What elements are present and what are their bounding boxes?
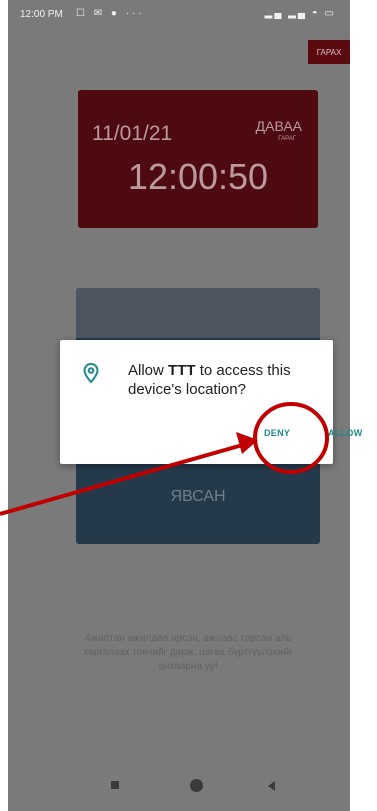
allow-button[interactable]: ALLOW: [328, 428, 363, 438]
clock-text: 12:00:50: [127, 156, 269, 197]
home-icon[interactable]: [190, 779, 203, 792]
garage-button[interactable]: ГАРАХ: [308, 40, 350, 64]
instruction-text: Ажилтан ажилдаа ирсэн, ажлаас тарсан аль…: [83, 633, 293, 672]
check-out-label: ЯВСАН: [170, 488, 226, 505]
system-status-icons: ▂▄ ▂▄ ◓ ▭: [264, 8, 336, 19]
date-text: 11/01/21: [92, 122, 173, 145]
navigation-bar: [8, 770, 350, 800]
deny-button[interactable]: DENY: [264, 428, 290, 438]
weekday-subtext: ГАРАГ: [278, 136, 296, 142]
recents-icon[interactable]: [111, 781, 119, 789]
location-permission-dialog: Allow TTT to access this device's locati…: [60, 340, 362, 464]
notification-icons: ☐ ✉ ● ···: [76, 8, 145, 19]
back-icon[interactable]: [268, 781, 275, 791]
dialog-app-name: TTT: [168, 362, 196, 379]
status-bar: 12:00 PM ☐ ✉ ● ··· ▂▄ ▂▄ ◓ ▭: [8, 0, 350, 30]
dialog-message: Allow TTT to access this device's locati…: [128, 361, 328, 399]
dialog-message-prefix: Allow: [128, 362, 164, 379]
date-time-card: 11/01/21 ДАВАА ГАРАГ 12:00:50: [78, 90, 318, 228]
status-time: 12:00 PM: [20, 9, 63, 20]
weekday-text: ДАВАА: [255, 118, 302, 134]
location-pin-icon: [83, 363, 99, 383]
check-in-area[interactable]: [76, 288, 320, 338]
